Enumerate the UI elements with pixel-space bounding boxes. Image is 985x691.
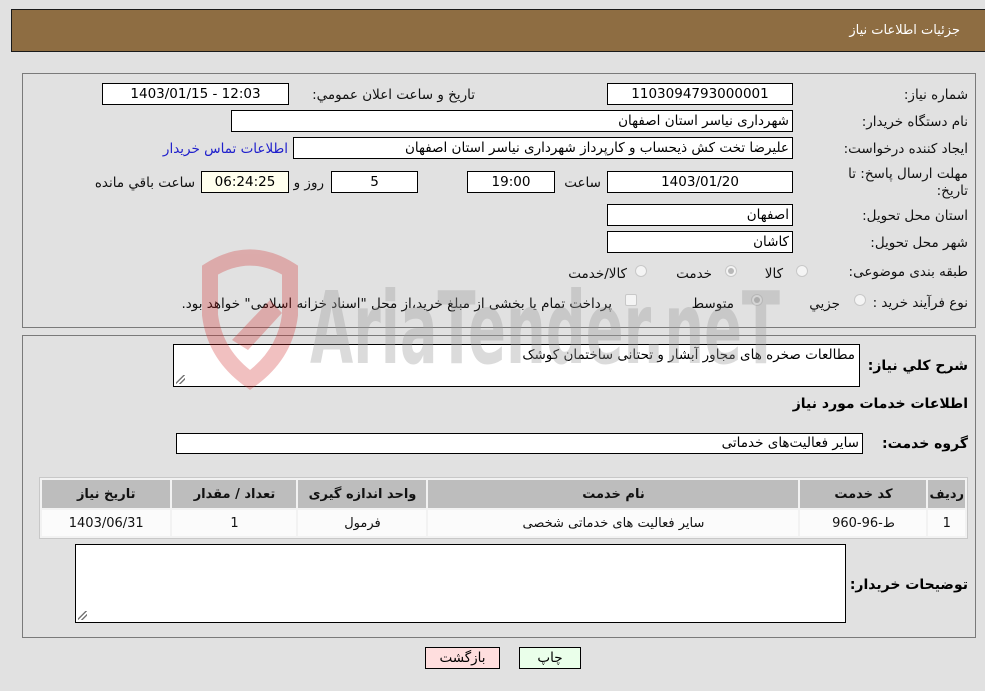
requester-label: ایجاد کننده درخواست: [843, 141, 968, 157]
announce-datetime-field[interactable]: 1403/01/15 - 12:03 [102, 83, 289, 105]
table-header-row: ردیف کد خدمت نام خدمت واحد اندازه گیری ت… [42, 480, 965, 508]
deadline-date-field[interactable]: 1403/01/20 [607, 171, 793, 193]
treasury-checkbox[interactable] [625, 294, 637, 306]
cell-unit: فرمول [298, 510, 427, 536]
category-option-goods: کالا [764, 266, 783, 282]
delivery-city-label: شهر محل تحویل: [870, 235, 968, 251]
resize-grip-icon[interactable] [176, 375, 185, 384]
category-radio-goods[interactable] [796, 265, 808, 277]
cell-need-date: 1403/06/31 [42, 510, 171, 536]
need-number-label: شماره نیاز: [903, 87, 968, 103]
need-number-field[interactable]: 1103094793000001 [607, 83, 793, 105]
buyer-org-field[interactable]: شهرداری نیاسر استان اصفهان [231, 110, 793, 132]
remaining-time-field: 06:24:25 [201, 171, 289, 193]
delivery-city-field[interactable]: کاشان [607, 231, 793, 253]
category-label: طبقه بندی موضوعی: [848, 264, 968, 280]
treasury-checkbox-label: پرداخت تمام یا بخشی از مبلغ خرید،از محل … [181, 296, 612, 312]
purchase-type-radio-medium[interactable] [751, 294, 763, 306]
back-button[interactable]: بازگشت [425, 647, 500, 669]
category-option-service: خدمت [676, 266, 712, 282]
description-label: شرح کلي نیاز: [867, 358, 968, 374]
table-row: 1 ط-96-960 سایر فعالیت های خدماتی شخصی ف… [42, 510, 965, 536]
description-text: مطالعات صخره های مجاور آبشار و تحتانی سا… [522, 347, 855, 363]
col-need-date: تاریخ نیاز [42, 480, 171, 508]
requester-field[interactable]: علیرضا تخت کش ذیحساب و کارپرداز شهرداری … [293, 137, 793, 159]
service-group-field: سایر فعالیت‌های خدماتی [176, 433, 863, 454]
col-quantity: تعداد / مقدار [172, 480, 297, 508]
services-heading: اطلاعات خدمات مورد نیاز [792, 396, 968, 412]
remaining-days-field: 5 [331, 171, 418, 193]
deadline-time-field[interactable]: 19:00 [467, 171, 555, 193]
delivery-province-field[interactable]: اصفهان [607, 204, 793, 226]
purchase-type-option-minor: جزیي [809, 296, 840, 312]
delivery-province-label: استان محل تحویل: [862, 208, 968, 224]
service-group-label: گروه خدمت: [882, 436, 968, 452]
cell-service-name: سایر فعالیت های خدماتی شخصی [428, 510, 799, 536]
announce-datetime-label: تاریخ و ساعت اعلان عمومي: [312, 87, 475, 103]
services-table: ردیف کد خدمت نام خدمت واحد اندازه گیری ت… [39, 477, 968, 539]
cell-quantity: 1 [172, 510, 297, 536]
category-radio-goods-service[interactable] [635, 265, 647, 277]
category-radio-service[interactable] [725, 265, 737, 277]
print-button[interactable]: چاپ [519, 647, 581, 669]
cell-row-number: 1 [928, 510, 965, 536]
col-service-name: نام خدمت [428, 480, 799, 508]
purchase-type-radio-minor[interactable] [854, 294, 866, 306]
description-textarea[interactable]: مطالعات صخره های مجاور آبشار و تحتانی سا… [173, 344, 860, 387]
col-row-number: ردیف [928, 480, 965, 508]
remaining-days-label: روز و [293, 175, 324, 191]
cell-service-code: ط-96-960 [800, 510, 927, 536]
buyer-notes-textarea[interactable] [75, 544, 846, 623]
page-title: جزئیات اطلاعات نیاز [849, 23, 960, 38]
col-unit: واحد اندازه گیری [298, 480, 427, 508]
buyer-notes-label: توضیحات خریدار: [849, 577, 968, 593]
resize-grip-icon[interactable] [78, 611, 87, 620]
buyer-contact-link[interactable]: اطلاعات تماس خريدار [163, 141, 288, 157]
buyer-org-label: نام دستگاه خريدار: [861, 114, 968, 130]
purchase-type-label: نوع فرآیند خرید : [872, 295, 968, 311]
category-option-goods-service: کالا/خدمت [568, 266, 627, 282]
remaining-time-label: ساعت باقي مانده [94, 175, 195, 191]
purchase-type-option-medium: متوسط [691, 296, 734, 312]
col-service-code: کد خدمت [800, 480, 927, 508]
deadline-label: مهلت ارسال پاسخ: تا تاریخ: [848, 166, 968, 199]
page-header: جزئیات اطلاعات نیاز [11, 9, 985, 52]
deadline-time-label: ساعت [564, 175, 601, 191]
